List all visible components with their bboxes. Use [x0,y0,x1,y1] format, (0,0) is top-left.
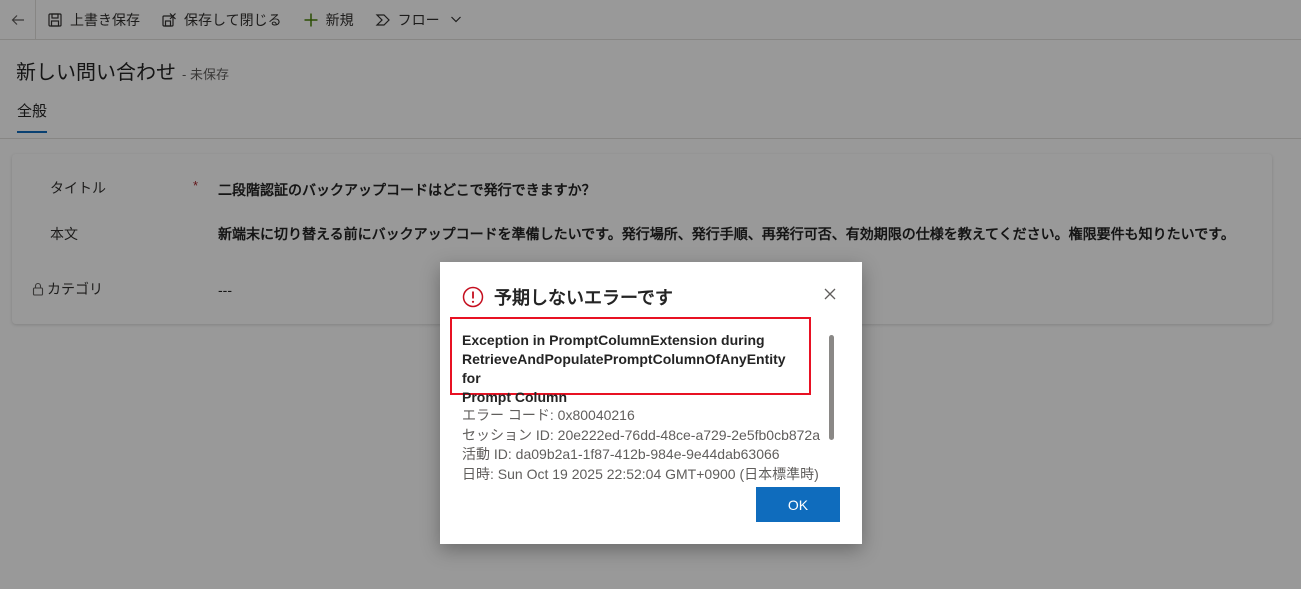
error-message-line: RetrieveAndPopulatePromptColumnOfAnyEnti… [462,351,786,386]
error-message-line: Prompt Column [462,389,567,405]
dialog-title: 予期しないエラーです [462,284,673,310]
error-dialog: 予期しないエラーです Exception in PromptColumnExte… [440,262,862,544]
ok-button[interactable]: OK [756,487,840,522]
dialog-scrollbar[interactable] [829,335,834,440]
error-code: エラー コード: 0x80040216 [462,407,635,423]
close-icon [824,288,836,300]
close-button[interactable] [822,286,838,302]
session-id: セッション ID: 20e222ed-76dd-48ce-a729-2e5fb0… [462,426,821,443]
error-details: エラー コード: 0x80040216 セッション ID: 20e222ed-7… [462,406,820,484]
error-icon [462,286,484,308]
activity-id: 活動 ID: da09b2a1-1f87-412b-984e-9e44dab63… [462,446,780,462]
error-message: Exception in PromptColumnExtension durin… [450,317,811,405]
timestamp: 日時: Sun Oct 19 2025 22:52:04 GMT+0900 (日… [462,465,819,482]
dialog-title-text: 予期しないエラーです [494,288,673,308]
error-message-line: Exception in PromptColumnExtension durin… [462,332,765,348]
